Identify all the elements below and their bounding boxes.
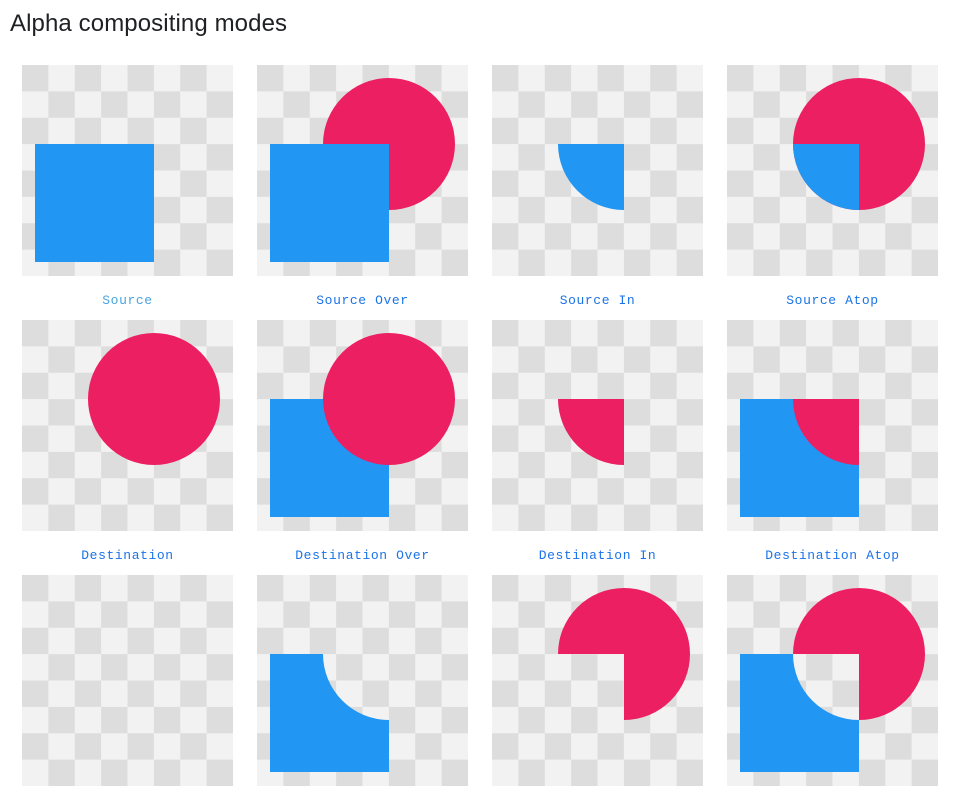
mode-link-source-over[interactable]: Source Over — [257, 293, 468, 308]
tile-source-in — [492, 65, 703, 276]
destination-circle — [88, 333, 220, 465]
tile-source-over — [257, 65, 468, 276]
destination-circle — [323, 333, 455, 465]
tile-destination-over — [257, 320, 468, 531]
tile-source-atop — [727, 65, 938, 276]
tile-destination-in — [492, 320, 703, 531]
page-title: Alpha compositing modes — [10, 10, 288, 37]
tile-destination-atop — [727, 320, 938, 531]
tile-clear — [22, 575, 233, 786]
source-square — [270, 144, 389, 262]
mode-link-destination[interactable]: Destination — [22, 548, 233, 563]
tile-source-out — [257, 575, 468, 786]
tile-destination-out — [492, 575, 703, 786]
mode-link-source-in[interactable]: Source In — [492, 293, 703, 308]
tile-source — [22, 65, 233, 276]
tile-xor — [727, 575, 938, 786]
mode-link-destination-atop[interactable]: Destination Atop — [727, 548, 938, 563]
mode-link-source-atop[interactable]: Source Atop — [727, 293, 938, 308]
mode-link-source[interactable]: Source — [22, 293, 233, 308]
mode-link-destination-over[interactable]: Destination Over — [257, 548, 468, 563]
source-square — [35, 144, 154, 262]
mode-link-destination-in[interactable]: Destination In — [492, 548, 703, 563]
tile-destination — [22, 320, 233, 531]
checkerboard — [22, 575, 233, 786]
